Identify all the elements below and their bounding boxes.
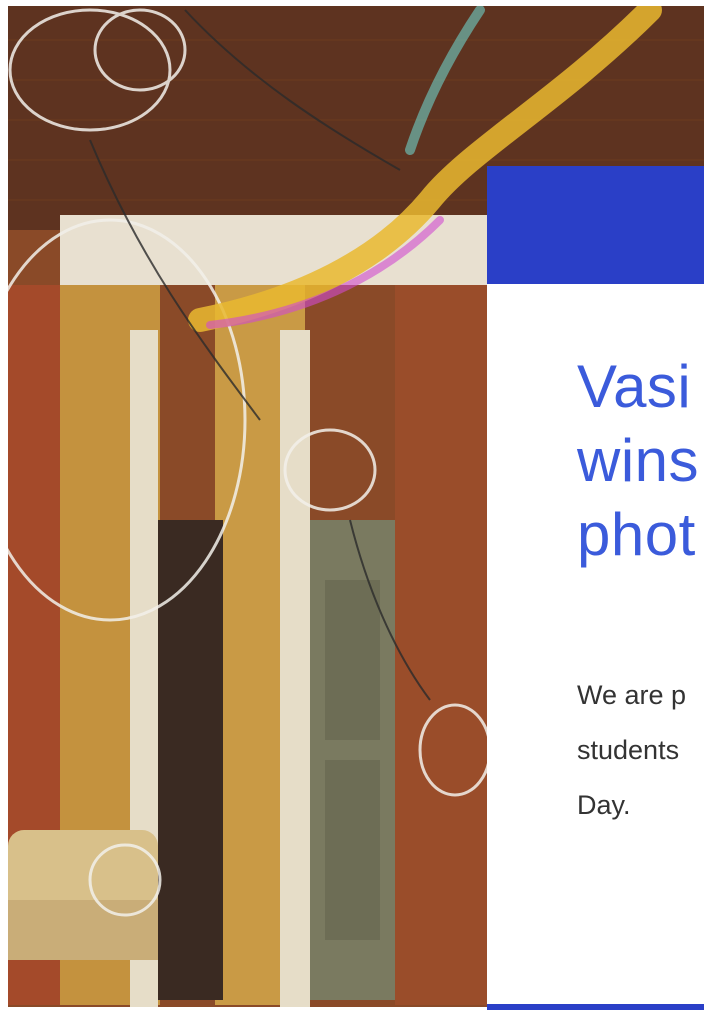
article-excerpt: We are p students Day. bbox=[577, 668, 704, 833]
headline-line: Vasi bbox=[577, 353, 692, 420]
headline-line: phot bbox=[577, 501, 696, 568]
article-headline[interactable]: Vasi wins phot bbox=[577, 350, 704, 572]
excerpt-line: We are p bbox=[577, 680, 687, 710]
excerpt-line: students bbox=[577, 735, 680, 765]
excerpt-line: Day. bbox=[577, 790, 631, 820]
article-card[interactable]: Vasi wins phot We are p students Day. bbox=[487, 284, 704, 1004]
left-border bbox=[0, 0, 8, 1017]
accent-block-bottom bbox=[487, 1004, 704, 1010]
headline-line: wins bbox=[577, 427, 700, 494]
accent-block bbox=[487, 166, 704, 284]
top-border bbox=[0, 0, 704, 6]
